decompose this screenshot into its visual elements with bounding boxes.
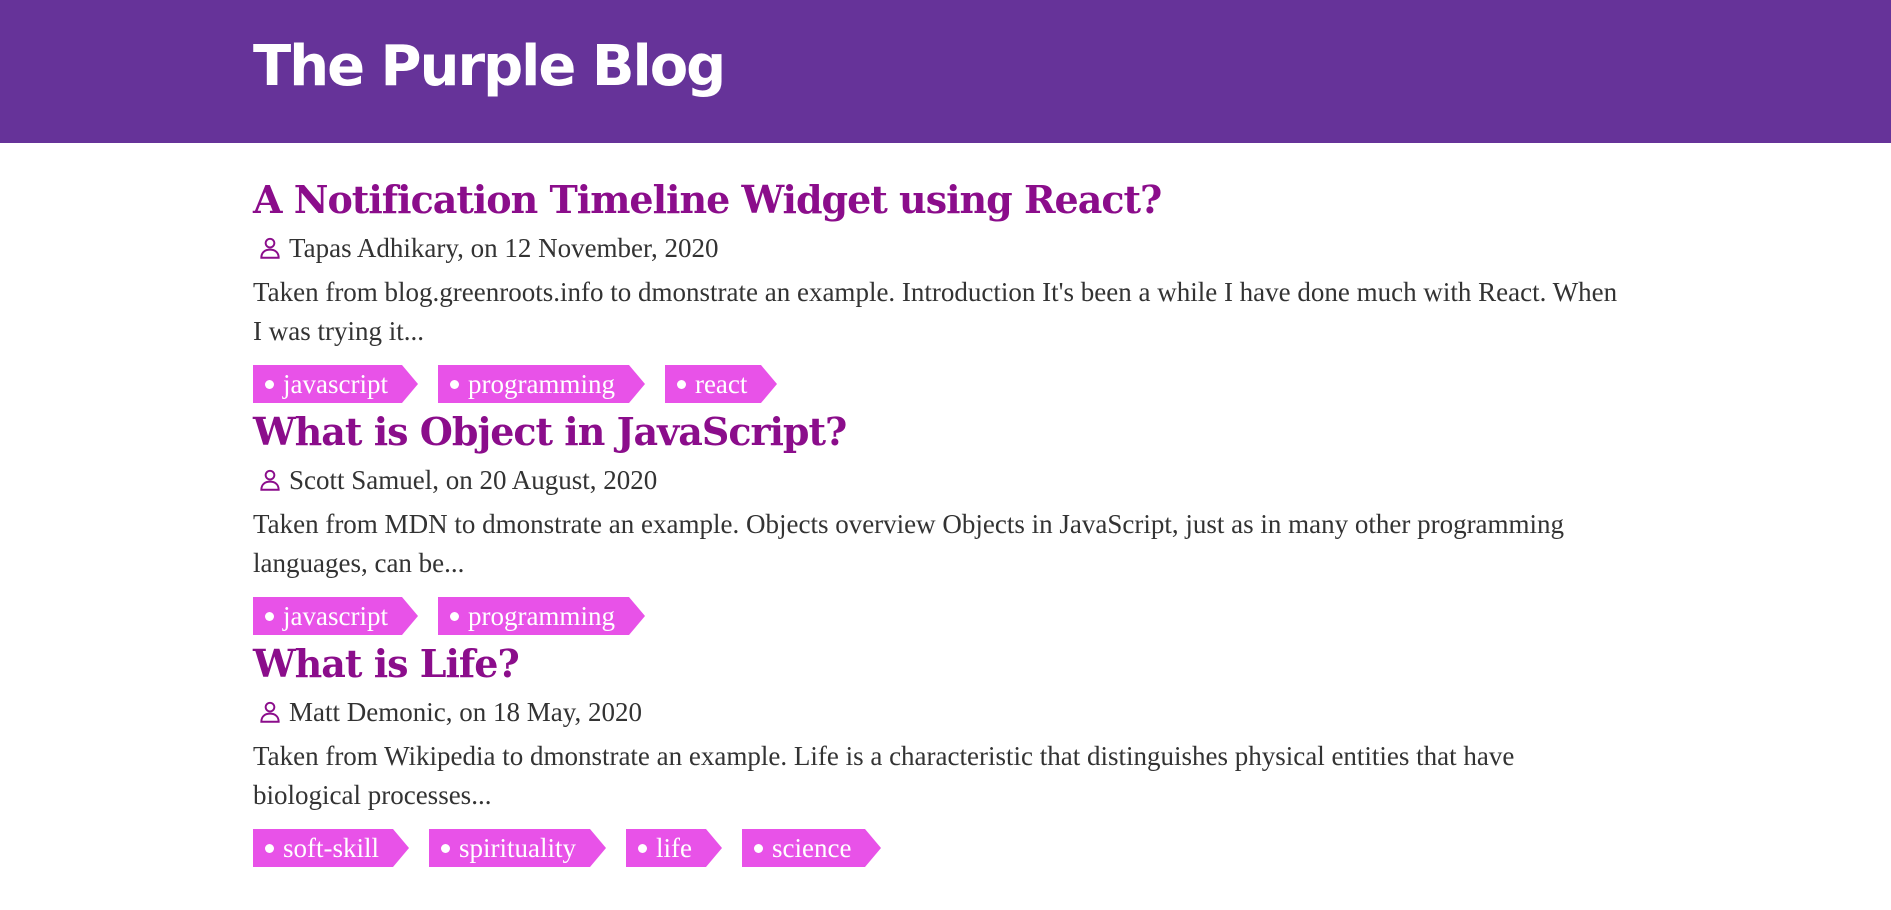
- post-title-link[interactable]: What is Object in JavaScript?: [253, 409, 847, 455]
- tag-label: spirituality: [459, 833, 577, 863]
- post-meta: Matt Demonic, on 18 May, 2020: [253, 695, 1653, 729]
- dot-icon: [449, 611, 459, 621]
- user-icon: [260, 701, 280, 723]
- post-tags: javascript programming react: [253, 365, 1653, 405]
- post-tags: javascript programming: [253, 597, 1653, 637]
- post-excerpt: Taken from Wikipedia to dmonstrate an ex…: [253, 741, 1515, 810]
- dot-icon: [265, 611, 274, 621]
- post-meta: Tapas Adhikary, on 12 November, 2020: [253, 231, 1653, 265]
- post-author-date: Scott Samuel, on 20 August, 2020: [289, 464, 658, 495]
- post-author-date: Tapas Adhikary, on 12 November, 2020: [289, 232, 719, 263]
- user-icon: [260, 469, 280, 491]
- tag-science[interactable]: science: [742, 829, 882, 867]
- tag-life[interactable]: life: [626, 829, 722, 867]
- post-excerpt: Taken from blog.greenroots.info to dmons…: [253, 277, 1618, 346]
- post-item: What is Life? Matt Demonic, on 18 May, 2…: [253, 641, 1653, 869]
- post-title-link[interactable]: A Notification Timeline Widget using Rea…: [253, 177, 1162, 223]
- post-item: What is Object in JavaScript? Scott Samu…: [253, 409, 1653, 637]
- user-icon: [260, 237, 280, 259]
- dot-icon: [676, 379, 686, 389]
- post-item: A Notification Timeline Widget using Rea…: [253, 177, 1653, 405]
- tag-javascript[interactable]: javascript: [253, 365, 418, 403]
- site-title[interactable]: The Purple Blog: [253, 38, 726, 105]
- tag-label: science: [772, 833, 852, 863]
- dot-icon: [754, 843, 763, 853]
- post-meta: Scott Samuel, on 20 August, 2020: [253, 463, 1653, 497]
- dot-icon: [449, 379, 459, 389]
- post-excerpt: Taken from MDN to dmonstrate an example.…: [253, 509, 1565, 578]
- tag-soft-skill[interactable]: soft-skill: [253, 829, 410, 867]
- dot-icon: [265, 379, 274, 389]
- post-title-link[interactable]: What is Life?: [253, 641, 520, 687]
- tag-label: life: [656, 833, 692, 863]
- tag-label: javascript: [283, 601, 388, 631]
- tag-javascript[interactable]: javascript: [253, 597, 418, 635]
- tag-programming[interactable]: programming: [437, 365, 645, 403]
- post-author-date: Matt Demonic, on 18 May, 2020: [289, 696, 642, 727]
- tag-label: javascript: [283, 369, 388, 399]
- dot-icon: [441, 843, 451, 853]
- tag-label: programming: [467, 601, 615, 631]
- tag-label: soft-skill: [283, 833, 380, 863]
- dot-icon: [265, 843, 274, 853]
- post-tags: soft-skill spirituality life science: [253, 829, 1653, 869]
- dot-icon: [638, 843, 648, 853]
- tag-react[interactable]: react: [664, 365, 778, 403]
- site-header: The Purple Blog: [0, 0, 1891, 143]
- tag-label: programming: [467, 369, 615, 399]
- post-list: A Notification Timeline Widget using Rea…: [0, 143, 1653, 869]
- tag-programming[interactable]: programming: [437, 597, 645, 635]
- tag-label: react: [694, 369, 748, 399]
- tag-spirituality[interactable]: spirituality: [429, 829, 607, 867]
